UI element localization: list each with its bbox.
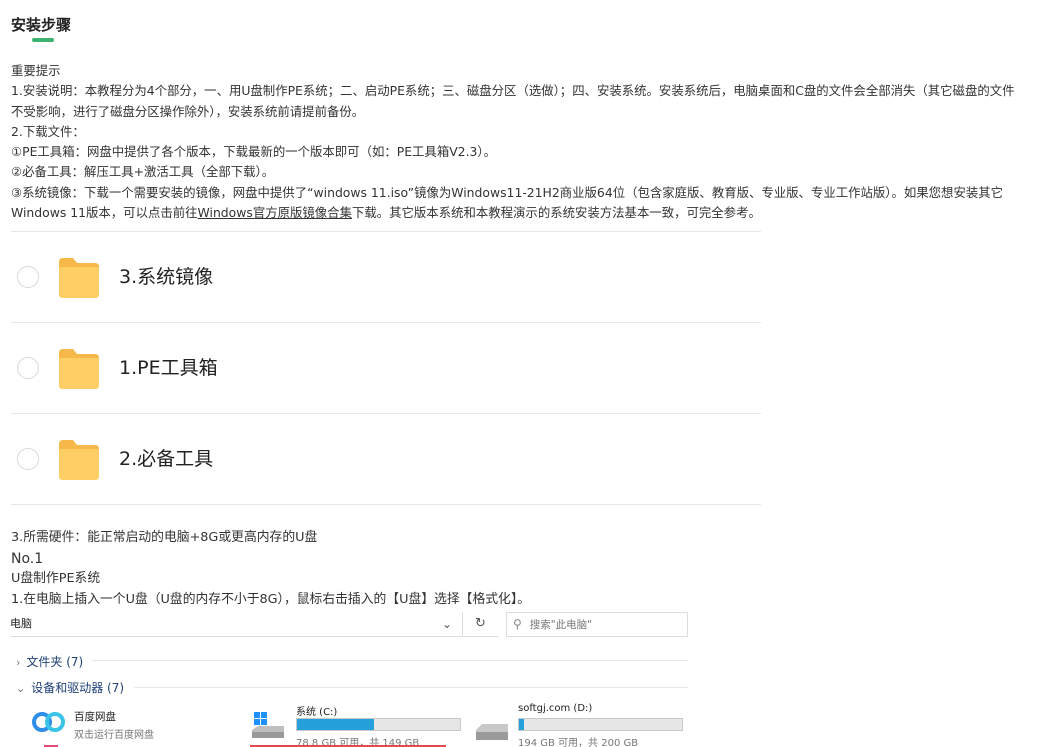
windows-iso-link[interactable]: Windows官方原版镜像合集 xyxy=(198,205,352,220)
app-subtitle: 双击运行百度网盘 xyxy=(74,730,154,741)
group-folders-label: 文件夹 (7) xyxy=(26,655,84,669)
hardware-text: 3.所需硬件：能正常启动的电脑+8G或更高内存的U盘 xyxy=(11,530,318,545)
intro-text: 重要提示 1.安装说明：本教程分为4个部分，一、用U盘制作PE系统；二、启动PE… xyxy=(11,61,1026,223)
chevron-down-icon[interactable]: ⌄ xyxy=(442,612,452,636)
group-devices-label: 设备和驱动器 (7) xyxy=(31,681,125,695)
step-subtitle: U盘制作PE系统 xyxy=(11,571,101,587)
drive-d-size: 194 GB 可用，共 200 GB xyxy=(518,738,639,747)
folder-label: 2.必备工具 xyxy=(119,448,214,470)
chevron-right-icon: › xyxy=(16,656,21,669)
folder-label: 1.PE工具箱 xyxy=(119,357,218,379)
section-title: 安装步骤 xyxy=(11,16,72,34)
step-1-text: 1.在电脑上插入一个U盘（U盘的内存不小于8G），鼠标右击插入的【U盘】选择【格… xyxy=(11,591,531,607)
drive-c-usage-fill xyxy=(297,719,374,730)
refresh-icon[interactable]: ↻ xyxy=(462,612,498,637)
address-bar[interactable]: 电脑 ⌄ ↻ xyxy=(10,612,498,637)
folder-label: 3.系统镜像 xyxy=(119,266,214,288)
folder-icon xyxy=(59,349,99,389)
folder-icon xyxy=(59,258,99,298)
drive-c-usage-bar xyxy=(296,718,461,731)
search-icon: ⚲ xyxy=(513,617,522,631)
group-divider xyxy=(92,660,688,661)
windows-drive-icon[interactable] xyxy=(250,710,286,740)
folder-row-pe-toolbox[interactable]: 1.PE工具箱 xyxy=(11,323,761,414)
hardware-section: 3.所需硬件：能正常启动的电脑+8G或更高内存的U盘 No.1 U盘制作PE系统… xyxy=(11,528,911,610)
group-divider xyxy=(134,687,688,688)
search-box[interactable]: ⚲ 搜索"此电脑" xyxy=(506,612,688,637)
intro-line-2: 1.安装说明：本教程分为4个部分，一、用U盘制作PE系统；二、启动PE系统；三、… xyxy=(11,83,1015,119)
drive-d-name: softgj.com (D:) xyxy=(518,703,593,714)
folder-row-system-image[interactable]: 3.系统镜像 xyxy=(11,232,761,323)
step-number: No.1 xyxy=(11,550,44,567)
folder-icon xyxy=(59,440,99,480)
select-radio[interactable] xyxy=(17,357,39,379)
drive-icon[interactable] xyxy=(474,716,510,746)
intro-line-6: ③系统镜像：下载一个需要安装的镜像，网盘中提供了“windows 11.iso”… xyxy=(11,183,1026,224)
search-placeholder: 搜索"此电脑" xyxy=(529,619,592,631)
explorer-screenshot: 电脑 ⌄ ↻ ⚲ 搜索"此电脑" › 文件夹 (7) ⌄ 设备和驱动器 (7) 百度网… xyxy=(10,612,688,747)
intro-line-3: 2.下载文件： xyxy=(11,123,85,139)
drive-d-usage-bar xyxy=(518,718,683,731)
group-devices[interactable]: ⌄ 设备和驱动器 (7) xyxy=(16,679,124,696)
drive-d-usage-fill xyxy=(519,719,524,730)
intro-line-6-tail: 下载。其它版本系统和本教程演示的系统安装方法基本一致，可完全参考。 xyxy=(351,205,761,221)
folder-row-essential-tools[interactable]: 2.必备工具 xyxy=(11,414,761,505)
title-underline xyxy=(32,38,54,42)
select-radio[interactable] xyxy=(17,266,39,288)
chevron-down-icon: ⌄ xyxy=(16,682,26,695)
intro-line-4: ①PE工具箱：网盘中提供了各个版本，下载最新的一个版本即可（如：PE工具箱V2.… xyxy=(11,144,496,160)
app-name: 百度网盘 xyxy=(74,711,116,723)
address-text: 电脑 xyxy=(10,617,32,630)
drive-c-name: 系统 (C:) xyxy=(296,707,338,718)
select-radio[interactable] xyxy=(17,448,39,470)
group-folders[interactable]: › 文件夹 (7) xyxy=(16,653,83,670)
intro-line-1: 重要提示 xyxy=(11,63,61,78)
intro-line-5: ②必备工具：解压工具+激活工具（全部下载）。 xyxy=(11,164,275,180)
baidu-netdisk-icon[interactable] xyxy=(32,708,66,734)
